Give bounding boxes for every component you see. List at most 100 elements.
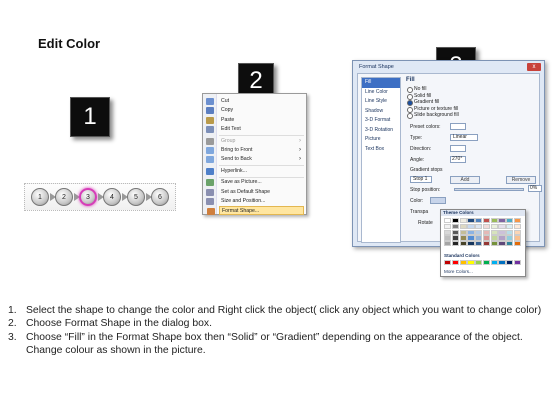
color-swatch[interactable] <box>459 241 467 247</box>
menu-item-format-shape[interactable]: Format Shape... <box>207 206 304 216</box>
category-text-box[interactable]: Text Box <box>362 145 400 155</box>
standard-color-swatch[interactable] <box>498 260 506 266</box>
menu-item-hyperlink[interactable]: Hyperlink... <box>206 167 304 176</box>
color-swatch[interactable] <box>467 218 475 224</box>
menu-item-copy[interactable]: Copy <box>206 106 304 115</box>
color-swatch[interactable] <box>498 218 506 224</box>
color-swatch[interactable] <box>506 241 514 247</box>
color-swatch[interactable] <box>459 235 467 241</box>
color-swatch[interactable] <box>444 229 452 235</box>
menu-item-cut[interactable]: Cut <box>206 97 304 106</box>
color-swatch[interactable] <box>475 241 483 247</box>
chain-node[interactable]: 3 <box>79 188 97 206</box>
menu-item-send-to-back[interactable]: Send to Back › <box>206 155 304 164</box>
category-shadow[interactable]: Shadow <box>362 107 400 117</box>
standard-color-swatch[interactable] <box>467 260 475 266</box>
close-icon[interactable]: x <box>527 63 541 71</box>
color-swatch[interactable] <box>475 235 483 241</box>
color-swatch[interactable] <box>490 229 498 235</box>
color-swatch[interactable] <box>490 223 498 229</box>
color-swatch[interactable] <box>475 229 483 235</box>
menu-item-save-as-picture[interactable]: Save as Picture... <box>206 178 304 187</box>
menu-item-paste[interactable]: Paste <box>206 116 304 125</box>
color-swatch[interactable] <box>514 218 522 224</box>
menu-item-group[interactable]: Group › <box>206 137 304 146</box>
category-line-style[interactable]: Line Style <box>362 97 400 107</box>
color-swatch[interactable] <box>451 223 459 229</box>
standard-color-swatch[interactable] <box>451 260 459 266</box>
color-swatch[interactable] <box>482 218 491 224</box>
standard-color-swatch[interactable] <box>475 260 483 266</box>
color-swatch[interactable] <box>459 229 467 235</box>
color-swatch[interactable] <box>514 223 522 229</box>
add-stop-button[interactable]: Add <box>450 176 480 184</box>
color-swatch[interactable] <box>459 218 467 224</box>
color-swatch[interactable] <box>514 241 522 247</box>
category-fill[interactable]: Fill <box>362 78 400 88</box>
fill-option-slide-background-fill[interactable]: Slide background fill <box>406 112 536 119</box>
color-swatch[interactable] <box>482 229 491 235</box>
color-swatch[interactable] <box>451 218 459 224</box>
stop-dropdown[interactable]: Stop 1 <box>410 176 432 183</box>
menu-item-set-as-default-shape[interactable]: Set as Default Shape <box>206 188 304 197</box>
stop-position-input[interactable]: 0% <box>528 185 542 192</box>
color-swatch[interactable] <box>475 223 483 229</box>
color-swatch[interactable] <box>498 229 506 235</box>
standard-color-swatch[interactable] <box>490 260 498 266</box>
color-swatch[interactable] <box>444 241 452 247</box>
standard-color-swatch[interactable] <box>514 260 522 266</box>
color-swatch[interactable] <box>514 229 522 235</box>
preset-colors-dropdown[interactable] <box>450 123 466 130</box>
standard-color-swatch[interactable] <box>482 260 491 266</box>
menu-item-edit-text[interactable]: Edit Text <box>206 125 304 134</box>
chain-node[interactable]: 1 <box>31 188 49 206</box>
category-picture[interactable]: Picture <box>362 135 400 145</box>
color-swatch[interactable] <box>490 241 498 247</box>
color-swatch[interactable] <box>498 235 506 241</box>
color-swatch[interactable] <box>498 241 506 247</box>
type-dropdown[interactable]: Linear <box>450 134 478 141</box>
color-swatch[interactable] <box>482 241 491 247</box>
color-swatch[interactable] <box>475 218 483 224</box>
color-swatch[interactable] <box>451 241 459 247</box>
category-3-d-rotation[interactable]: 3-D Rotation <box>362 126 400 136</box>
color-swatch[interactable] <box>451 229 459 235</box>
menu-item-bring-to-front[interactable]: Bring to Front › <box>206 146 304 155</box>
chain-node[interactable]: 6 <box>151 188 169 206</box>
color-swatch[interactable] <box>467 235 475 241</box>
more-colors-link[interactable]: More Colors... <box>444 269 473 274</box>
stop-position-slider[interactable] <box>454 188 524 191</box>
color-swatch[interactable] <box>482 235 491 241</box>
standard-color-swatch[interactable] <box>444 260 452 266</box>
color-swatch[interactable] <box>490 235 498 241</box>
direction-dropdown[interactable] <box>450 145 466 152</box>
color-swatch[interactable] <box>467 241 475 247</box>
color-swatch[interactable] <box>506 223 514 229</box>
color-swatch[interactable] <box>490 218 498 224</box>
color-swatch[interactable] <box>467 223 475 229</box>
menu-item-size-and-position[interactable]: Size and Position... <box>206 197 304 206</box>
color-swatch[interactable] <box>451 235 459 241</box>
rotate-checkbox[interactable]: Rotate <box>410 219 433 227</box>
color-dropdown[interactable] <box>430 197 446 204</box>
category-line-color[interactable]: Line Color <box>362 88 400 98</box>
color-swatch[interactable] <box>506 235 514 241</box>
color-swatch[interactable] <box>514 235 522 241</box>
chain-node[interactable]: 2 <box>55 188 73 206</box>
color-swatch[interactable] <box>459 223 467 229</box>
remove-stop-button[interactable]: Remove <box>506 176 536 184</box>
color-swatch[interactable] <box>467 229 475 235</box>
color-swatch[interactable] <box>482 223 491 229</box>
color-swatch[interactable] <box>506 229 514 235</box>
chain-node[interactable]: 5 <box>127 188 145 206</box>
color-swatch[interactable] <box>444 218 452 224</box>
chain-node[interactable]: 4 <box>103 188 121 206</box>
color-swatch[interactable] <box>506 218 514 224</box>
color-swatch[interactable] <box>498 223 506 229</box>
standard-color-swatch[interactable] <box>506 260 514 266</box>
standard-color-swatch[interactable] <box>459 260 467 266</box>
category-3-d-format[interactable]: 3-D Format <box>362 116 400 126</box>
color-swatch[interactable] <box>444 235 452 241</box>
process-chain-shape[interactable]: 123456 <box>24 183 176 211</box>
angle-input[interactable]: 270° <box>450 156 466 163</box>
